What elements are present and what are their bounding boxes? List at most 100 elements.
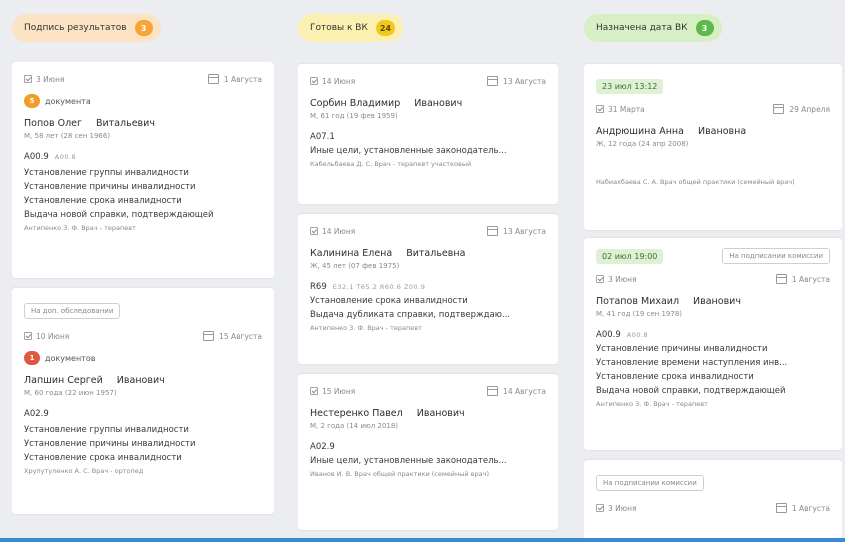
due-date: 29 Апреля	[773, 104, 830, 114]
due-date: 13 Августа	[487, 76, 546, 86]
purpose-line: Выдача новой справки, подтверждающей	[24, 210, 214, 220]
documents-indicator[interactable]: 1 документов	[24, 351, 262, 365]
patient-name: Потапов Михаил Иванович	[596, 296, 741, 307]
check-icon	[310, 226, 318, 235]
commission-date-chip: 23 июл 13:12	[596, 79, 664, 94]
created-date: 3 Июня	[24, 74, 65, 84]
purpose-line: Установление времени наступления инв...	[596, 358, 788, 368]
purpose-line: Установление причины инвалидности	[24, 182, 196, 192]
column-sign: 3 Июня 1 Августа 5 документа Попов Олег Ви…	[12, 62, 274, 542]
purpose-line: Установление причины инвалидности	[24, 439, 196, 449]
calendar-icon	[203, 331, 215, 341]
patient-info: М, 41 год (19 сен 1978)	[596, 310, 683, 318]
documents-count: 5	[24, 94, 40, 108]
purpose-line: Установление группы инвалидности	[24, 425, 189, 435]
doctor-name: Антипенко З. Ф. Врач - терапевт	[24, 224, 136, 232]
column-header-scheduled[interactable]: Назначена дата ВК 3	[584, 14, 722, 42]
purpose-line: Установление срока инвалидности	[24, 453, 182, 463]
purpose-line: Установление срока инвалидности	[596, 372, 754, 382]
doctor-name: Антипенко З. Ф. Врач - терапевт	[596, 400, 708, 408]
status-tag: На доп. обследовании	[24, 303, 121, 319]
column-header-ready[interactable]: Готовы к ВК 24	[298, 14, 404, 42]
documents-indicator[interactable]: 5 документа	[24, 94, 262, 108]
diagnosis-code: A00.9 A00.8	[24, 152, 77, 162]
status-tag: На подписании комиссии	[722, 248, 830, 264]
patient-card-sorbin[interactable]: 14 Июня 13 Августа Сорбин Владимир Иванов…	[298, 64, 558, 204]
patient-card-partial[interactable]: На подписании комиссии 3 Июня 1 Августа	[584, 460, 842, 542]
diagnosis-code: A02.9	[24, 409, 49, 419]
created-date: 3 Июня	[596, 503, 637, 513]
created-date: 3 Июня	[596, 274, 637, 284]
patient-card-andryushina[interactable]: 23 июл 13:12 31 Марта 29 Апреля Андрюшин…	[584, 64, 842, 230]
diagnosis-code: A00.9 A00.8	[596, 330, 649, 340]
due-date: 1 Августа	[775, 503, 830, 513]
doctor-name: Антипенко З. Ф. Врач - терапевт	[310, 324, 422, 332]
check-icon	[596, 503, 604, 512]
patient-name: Лапшин Сергей Иванович	[24, 375, 165, 386]
doctor-name: Кабельбаева Д. С. Врач - терапевт участк…	[310, 160, 472, 168]
column-title: Назначена дата ВК	[596, 23, 688, 33]
check-icon	[596, 274, 604, 283]
created-date: 15 Июня	[310, 386, 355, 396]
due-date: 1 Августа	[775, 274, 830, 284]
doctor-name: Иванов И. В. Врач общей практики (семейн…	[310, 470, 489, 478]
patient-info: М, 60 года (22 июн 1957)	[24, 389, 117, 397]
calendar-icon	[487, 386, 499, 396]
purpose-line: Установление срока инвалидности	[310, 296, 468, 306]
bottom-scroll-bar[interactable]	[0, 538, 845, 542]
purpose-line: Выдача дубликата справки, подтверждаю...	[310, 310, 511, 320]
check-icon	[24, 74, 32, 83]
diagnosis-code: A07.1	[310, 132, 335, 142]
doctor-name: Хрупутуленко А. С. Врач - ортопед	[24, 467, 144, 475]
patient-info: М, 2 года (14 июл 2018)	[310, 422, 399, 430]
purpose-line: Иные цели, установленные законодатель...	[310, 146, 507, 156]
patient-info: М, 58 лет (28 сен 1966)	[24, 132, 111, 140]
check-icon	[310, 386, 318, 395]
diagnosis-code: R69 E32.1 T65.2 R60.6 Z00.9	[310, 282, 426, 292]
calendar-icon	[207, 74, 219, 84]
created-date: 14 Июня	[310, 226, 355, 236]
count-badge: 3	[695, 20, 714, 36]
patient-name: Попов Олег Витальевич	[24, 118, 155, 129]
calendar-icon	[775, 274, 787, 284]
purpose-line: Выдача новой справки, подтверждающей	[596, 386, 786, 396]
patient-info: М, 61 год (19 фев 1959)	[310, 112, 398, 120]
patient-card-lapshin[interactable]: На доп. обследовании 10 Июня 15 Августа …	[12, 288, 274, 514]
due-date: 13 Августа	[487, 226, 546, 236]
calendar-icon	[487, 226, 499, 236]
patient-card-nesterenko[interactable]: 15 Июня 14 Августа Нестеренко Павел Ивано…	[298, 374, 558, 530]
purpose-line: Иные цели, установленные законодатель...	[310, 456, 507, 466]
patient-card-potapov[interactable]: 02 июл 19:00 На подписании комиссии 3 Ию…	[584, 238, 842, 450]
check-icon	[24, 331, 32, 340]
status-tag: На подписании комиссии	[596, 475, 704, 491]
patient-name: Калинина Елена Витальевна	[310, 248, 466, 259]
patient-name: Андрюшина Анна Ивановна	[596, 126, 747, 137]
documents-count: 1	[24, 351, 40, 365]
created-date: 14 Июня	[310, 76, 355, 86]
patient-name: Нестеренко Павел Иванович	[310, 408, 465, 419]
column-title: Подпись результатов	[24, 23, 127, 33]
column-header-sign[interactable]: Подпись результатов 3	[12, 14, 161, 42]
purpose-line: Установление причины инвалидности	[596, 344, 768, 354]
check-icon	[310, 76, 318, 85]
patient-card-kalinina[interactable]: 14 Июня 13 Августа Калинина Елена Виталье…	[298, 214, 558, 364]
purpose-line: Установление срока инвалидности	[24, 196, 182, 206]
commission-date-chip: 02 июл 19:00	[596, 248, 664, 264]
doctor-name: Набиахбаева С. А. Врач общей практики (с…	[596, 178, 795, 186]
patient-card-popov[interactable]: 3 Июня 1 Августа 5 документа Попов Олег Ви…	[12, 62, 274, 278]
column-ready: 14 Июня 13 Августа Сорбин Владимир Иванов…	[298, 62, 558, 542]
calendar-icon	[487, 76, 499, 86]
count-badge: 24	[375, 20, 396, 36]
diagnosis-code: A02.9	[310, 442, 335, 452]
check-icon	[596, 104, 604, 113]
calendar-icon	[775, 503, 787, 513]
column-title: Готовы к ВК	[310, 23, 368, 33]
count-badge: 3	[134, 20, 153, 36]
column-scheduled: 23 июл 13:12 31 Марта 29 Апреля Андрюшин…	[584, 62, 842, 542]
created-date: 31 Марта	[596, 104, 645, 114]
purpose-line: Установление группы инвалидности	[24, 168, 189, 178]
patient-name: Сорбин Владимир Иванович	[310, 98, 463, 109]
due-date: 14 Августа	[487, 386, 546, 396]
calendar-icon	[773, 104, 785, 114]
patient-info: Ж, 45 лет (07 фев 1975)	[310, 262, 400, 270]
